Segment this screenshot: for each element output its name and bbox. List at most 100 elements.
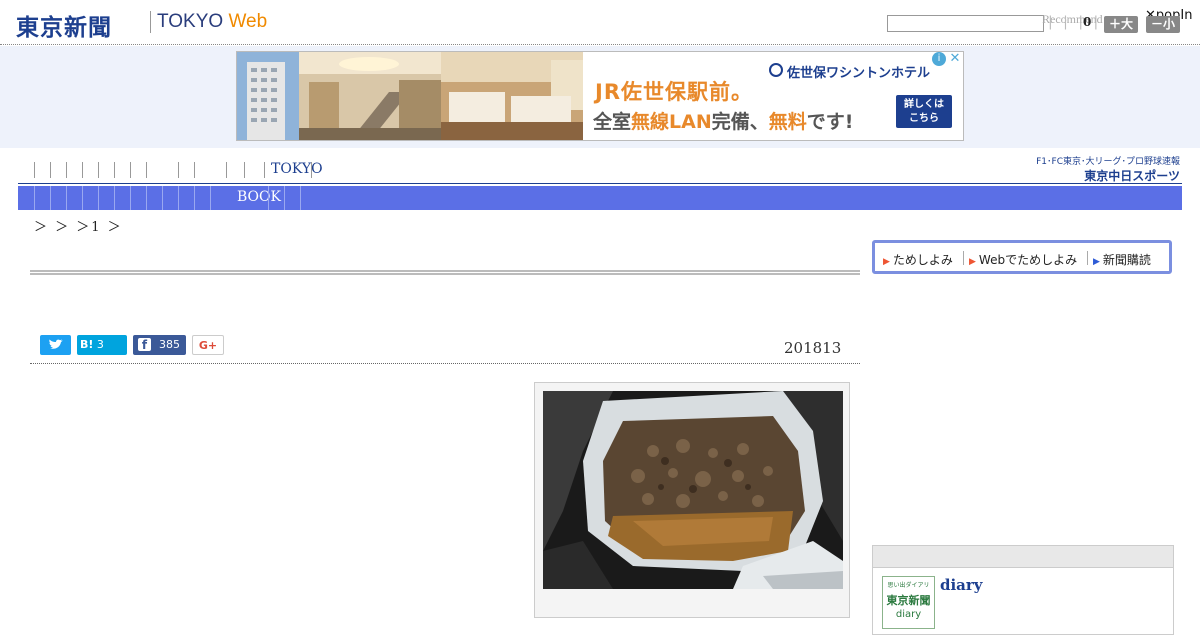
- hotel-logo-icon: [769, 63, 783, 77]
- diary-widget-header: [873, 546, 1173, 568]
- ad-tagline-wifi: 無線LAN: [631, 111, 712, 133]
- ad-more-button[interactable]: 詳しくは こちら: [896, 95, 952, 128]
- site-logo[interactable]: 東京新聞: [16, 8, 112, 42]
- newspaper-subscribe-link[interactable]: ▶ 新聞購読: [1093, 251, 1151, 268]
- category-nav: BOOK: [18, 186, 1182, 210]
- category-item[interactable]: [268, 186, 269, 210]
- date-rule: [30, 363, 860, 364]
- hatena-count: 3: [96, 338, 104, 351]
- breadcrumb[interactable]: ＞ ＞ ＞1 ＞: [34, 216, 123, 235]
- ad-tagline-prefix: 全室: [593, 111, 632, 133]
- category-item[interactable]: [162, 186, 163, 210]
- ad-tagline: 全室無線LAN完備、無料です!: [593, 107, 853, 134]
- bird-icon: [49, 339, 63, 349]
- triangle-right-icon: ▶: [883, 257, 890, 267]
- category-item[interactable]: [114, 186, 115, 210]
- category-item[interactable]: [210, 186, 211, 210]
- hotel-ad-banner[interactable]: 佐世保ワシントンホテル JR佐世保駅前。 全室無線LAN完備、無料です! 詳しく…: [236, 51, 964, 141]
- category-item-book[interactable]: BOOK: [237, 189, 281, 205]
- nav-item[interactable]: [98, 162, 99, 178]
- nav-item[interactable]: [178, 162, 179, 178]
- hotel-building-photo: [237, 52, 299, 140]
- category-item[interactable]: [178, 186, 179, 210]
- nav-item[interactable]: [264, 162, 265, 178]
- subscription-links: ▶ ためしよみ ▶ Webでためしよみ ▶ 新聞購読: [872, 240, 1172, 274]
- tokyo-web-logo[interactable]: TOKYO Web: [157, 11, 267, 33]
- category-item[interactable]: [82, 186, 83, 210]
- diary-thumb-line2: diary: [895, 609, 922, 620]
- category-item[interactable]: [98, 186, 99, 210]
- search-input[interactable]: [887, 15, 1044, 32]
- web-trial-read-link[interactable]: ▶ Webでためしよみ: [969, 251, 1077, 268]
- chunichi-sports-link[interactable]: F1･FC東京･大リーグ･プロ野球速報 東京中日スポーツ: [1020, 154, 1180, 184]
- category-item[interactable]: [146, 186, 147, 210]
- recommend-bars: | | | |: [1048, 14, 1102, 30]
- diary-title[interactable]: diary: [940, 576, 983, 594]
- category-item[interactable]: [50, 186, 51, 210]
- hatena-bookmark-button[interactable]: B! 3: [77, 335, 127, 355]
- logo-divider: [150, 11, 151, 33]
- ad-tagline-free: 無料: [768, 111, 807, 133]
- ad-hotel-name: 佐世保ワシントンホテル: [787, 66, 931, 81]
- nav-item[interactable]: [146, 162, 147, 178]
- font-size-smaller-button[interactable]: －小: [1146, 16, 1181, 33]
- google-plus-share-button[interactable]: G+: [192, 335, 224, 355]
- article-photo[interactable]: [543, 391, 843, 589]
- logo-sub-main: TOKYO: [157, 11, 229, 32]
- ad-choices-icon[interactable]: i: [932, 52, 946, 66]
- facebook-count: 385: [159, 338, 180, 351]
- article-date: 201813: [784, 339, 842, 357]
- category-item[interactable]: [284, 186, 285, 210]
- diary-widget: 思い出ダイアリ 東京新聞 diary diary: [872, 545, 1174, 635]
- nav-item-tokyo[interactable]: TOKYO: [271, 161, 323, 177]
- hotel-lobby-photo: [299, 52, 441, 140]
- nav-item[interactable]: [244, 162, 245, 178]
- hotel-room-photo: [441, 52, 583, 140]
- category-item[interactable]: [130, 186, 131, 210]
- diary-thumb-line1: 東京新聞: [886, 594, 931, 607]
- nav-item[interactable]: [50, 162, 51, 178]
- nav-item[interactable]: [114, 162, 115, 178]
- ad-close-icon[interactable]: ✕: [948, 52, 962, 66]
- divider: [963, 251, 964, 265]
- nav-item[interactable]: [130, 162, 131, 178]
- ad-tagline-suffix: です!: [806, 111, 854, 133]
- ad-more-line2: こちら: [909, 113, 939, 124]
- logo-sub-accent: Web: [228, 11, 268, 32]
- ad-more-line1: 詳しくは: [904, 99, 944, 110]
- ad-copy-area: 佐世保ワシントンホテル JR佐世保駅前。 全室無線LAN完備、無料です! 詳しく…: [583, 52, 963, 140]
- category-item[interactable]: [300, 186, 301, 210]
- font-size-larger-button[interactable]: ＋大: [1104, 16, 1139, 33]
- title-rule: [30, 270, 860, 275]
- twitter-share-button[interactable]: [40, 335, 71, 355]
- category-item[interactable]: [34, 186, 35, 210]
- triangle-right-icon: ▶: [969, 257, 976, 267]
- trial-read-link[interactable]: ▶ ためしよみ: [883, 251, 953, 268]
- nav-item[interactable]: [34, 162, 35, 178]
- section-nav: TOKYO: [18, 158, 1182, 184]
- facebook-icon: f: [138, 338, 151, 352]
- nav-item[interactable]: [194, 162, 195, 178]
- hatena-label: B!: [80, 338, 94, 351]
- site-header: 東京新聞 TOKYO Web Recommend | | | | 0 ✕popI…: [0, 0, 1200, 45]
- nav-item[interactable]: [311, 162, 312, 178]
- soil-bag-photo: [543, 391, 843, 589]
- nav-item[interactable]: [66, 162, 67, 178]
- divider: [1087, 251, 1088, 265]
- ad-tagline-mid: 完備、: [711, 111, 769, 133]
- category-item[interactable]: [66, 186, 67, 210]
- nav-item[interactable]: [226, 162, 227, 178]
- triangle-right-icon: ▶: [1093, 257, 1100, 267]
- chunichi-logo: 東京中日スポーツ: [1084, 169, 1180, 183]
- diary-thumb-top: 思い出ダイアリ: [887, 582, 930, 589]
- ad-headline: JR佐世保駅前。: [595, 80, 753, 104]
- article-photo-frame: [534, 382, 850, 618]
- category-item[interactable]: [194, 186, 195, 210]
- nav-item[interactable]: [82, 162, 83, 178]
- trial-read-label: ためしよみ: [892, 253, 953, 267]
- facebook-share-button[interactable]: f 385: [133, 335, 186, 355]
- chunichi-tagline: F1･FC東京･大リーグ･プロ野球速報: [1036, 157, 1180, 167]
- web-trial-read-label: Webでためしよみ: [978, 253, 1078, 267]
- diary-thumbnail[interactable]: 思い出ダイアリ 東京新聞 diary: [882, 576, 935, 629]
- recommend-count: 0: [1083, 15, 1092, 29]
